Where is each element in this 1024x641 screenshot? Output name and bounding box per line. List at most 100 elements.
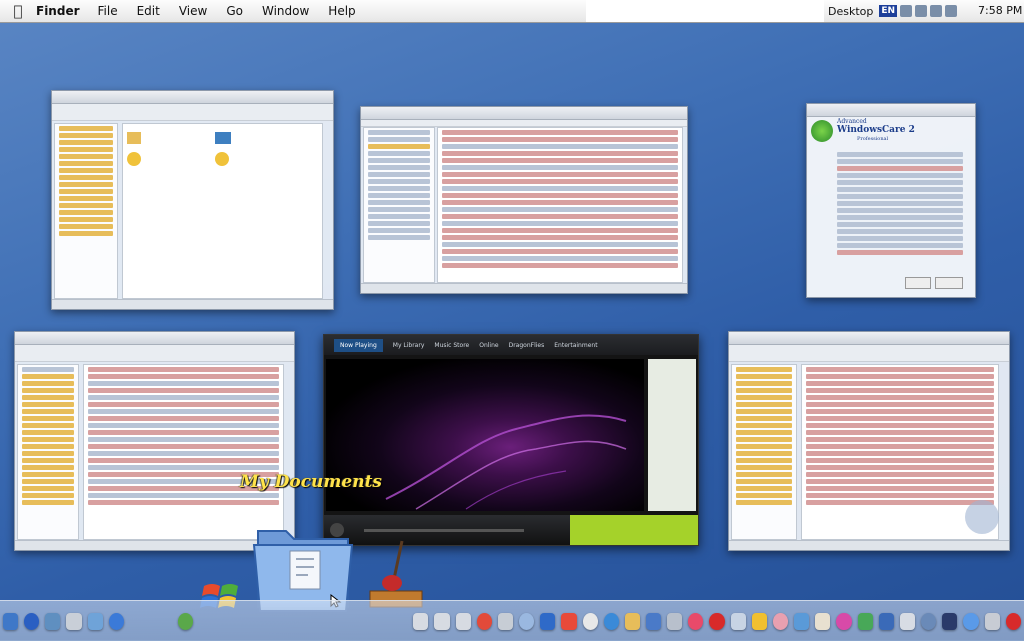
menu-edit[interactable]: Edit bbox=[137, 4, 160, 18]
title-bar[interactable] bbox=[15, 332, 294, 345]
monitor-icon[interactable] bbox=[3, 612, 19, 630]
ok-button[interactable] bbox=[905, 277, 931, 289]
title-bar[interactable] bbox=[361, 107, 687, 120]
cd-icon[interactable] bbox=[836, 612, 852, 630]
toolbar bbox=[729, 345, 1009, 362]
fax-icon[interactable] bbox=[66, 612, 82, 630]
cd-icon[interactable] bbox=[519, 612, 535, 630]
cards-icon[interactable] bbox=[857, 612, 873, 630]
search-icon[interactable] bbox=[108, 612, 124, 630]
globe-icon[interactable] bbox=[603, 612, 619, 630]
rocket-icon[interactable] bbox=[730, 612, 746, 630]
windowscare-window[interactable]: Advanced WindowsCare 2 Professional bbox=[806, 103, 976, 298]
folder-icon[interactable] bbox=[127, 132, 141, 144]
menu-help[interactable]: Help bbox=[328, 4, 355, 18]
drive-icon[interactable] bbox=[215, 132, 231, 144]
exclamation-icon[interactable] bbox=[561, 612, 577, 630]
status-lines bbox=[833, 150, 967, 257]
refresh-icon[interactable] bbox=[178, 612, 194, 630]
outlook-icon[interactable] bbox=[540, 612, 556, 630]
status-bar bbox=[52, 299, 333, 309]
paint-icon[interactable] bbox=[815, 612, 831, 630]
network-icon[interactable] bbox=[878, 612, 894, 630]
input-language[interactable]: EN bbox=[879, 5, 898, 17]
desktop-label[interactable]: Desktop bbox=[828, 5, 873, 18]
registry-tree[interactable] bbox=[363, 127, 435, 283]
file-list[interactable] bbox=[122, 123, 323, 299]
dock bbox=[0, 600, 1024, 641]
status-bar bbox=[729, 540, 1009, 550]
disk-icon[interactable] bbox=[455, 612, 471, 630]
toolbar bbox=[15, 345, 294, 362]
tools-icon[interactable] bbox=[87, 612, 103, 630]
menubar-clock[interactable]: 7:58 PM bbox=[978, 4, 1022, 17]
explorer-window-bottom-right[interactable] bbox=[728, 331, 1010, 551]
cd-icon[interactable] bbox=[215, 152, 229, 166]
disk-icon[interactable] bbox=[434, 612, 450, 630]
brand-line1: Advanced bbox=[837, 118, 867, 125]
disk-icon[interactable] bbox=[413, 612, 429, 630]
network-icon[interactable] bbox=[930, 5, 943, 17]
toolbar bbox=[52, 104, 333, 121]
folder-tree[interactable] bbox=[17, 364, 79, 540]
pictures-icon[interactable] bbox=[794, 612, 810, 630]
brand-line3: Professional bbox=[857, 136, 889, 142]
seek-bar[interactable] bbox=[364, 529, 524, 532]
registry-editor-window[interactable] bbox=[360, 106, 688, 294]
frame-icon[interactable] bbox=[942, 612, 958, 630]
tab-entertainment[interactable]: Entertainment bbox=[554, 342, 597, 349]
status-bar bbox=[361, 283, 687, 293]
cd-icon[interactable] bbox=[127, 152, 141, 166]
menu-file[interactable]: File bbox=[98, 4, 118, 18]
brand-line2: WindowsCare 2 bbox=[837, 125, 915, 135]
menu-strip bbox=[361, 120, 687, 127]
tab-now-playing[interactable]: Now Playing bbox=[334, 338, 383, 352]
playlist-pane[interactable] bbox=[648, 359, 696, 511]
explorer-window-top-left[interactable] bbox=[51, 90, 334, 310]
warning-icon[interactable] bbox=[751, 612, 767, 630]
help-icon[interactable] bbox=[24, 612, 40, 630]
mail-icon[interactable] bbox=[899, 612, 916, 630]
tab-online[interactable]: Online bbox=[479, 342, 498, 349]
folder-tree[interactable] bbox=[731, 364, 797, 540]
search-icon[interactable] bbox=[963, 612, 979, 630]
tray-icon[interactable] bbox=[945, 5, 958, 17]
power-icon[interactable] bbox=[1005, 612, 1021, 630]
menubar-status: Desktop EN bbox=[828, 0, 958, 22]
folder-icon[interactable] bbox=[624, 612, 641, 630]
pig-icon[interactable] bbox=[772, 612, 789, 630]
stop-icon[interactable] bbox=[709, 612, 725, 630]
shield-icon bbox=[811, 120, 833, 142]
tab-music-store[interactable]: Music Store bbox=[434, 342, 469, 349]
tab-library[interactable]: My Library bbox=[393, 342, 425, 349]
folder-tree[interactable] bbox=[54, 123, 118, 299]
clock-icon[interactable] bbox=[582, 612, 598, 630]
title-bar[interactable] bbox=[52, 91, 333, 104]
music-icon[interactable] bbox=[688, 612, 704, 630]
cd-icon bbox=[965, 500, 999, 534]
title-bar[interactable] bbox=[729, 332, 1009, 345]
printer-icon[interactable] bbox=[497, 612, 514, 630]
menu-go[interactable]: Go bbox=[226, 4, 243, 18]
book-icon[interactable] bbox=[646, 612, 662, 630]
network-icon[interactable] bbox=[45, 612, 61, 630]
player-nav: Now Playing My Library Music Store Onlin… bbox=[324, 335, 698, 355]
ruler-icon[interactable] bbox=[667, 612, 683, 630]
chrome-icon[interactable] bbox=[476, 612, 492, 630]
menu-window[interactable]: Window bbox=[262, 4, 309, 18]
app-name[interactable]: Finder bbox=[36, 4, 80, 18]
now-playing-panel bbox=[570, 515, 698, 545]
file-list[interactable] bbox=[83, 364, 284, 540]
menubar-blank-area bbox=[586, 0, 824, 22]
compass-icon[interactable] bbox=[921, 612, 937, 630]
volume-icon[interactable] bbox=[915, 5, 928, 17]
tab-dragonflies[interactable]: DragonFlies bbox=[509, 342, 545, 349]
registry-values[interactable] bbox=[437, 127, 683, 283]
trash-icon[interactable] bbox=[984, 612, 1000, 630]
display-icon[interactable] bbox=[900, 5, 913, 17]
title-bar[interactable] bbox=[807, 104, 975, 117]
apple-icon[interactable]:  bbox=[0, 2, 36, 20]
menu-view[interactable]: View bbox=[179, 4, 207, 18]
close-button[interactable] bbox=[935, 277, 963, 289]
media-player-window[interactable]: Now Playing My Library Music Store Onlin… bbox=[323, 334, 699, 546]
